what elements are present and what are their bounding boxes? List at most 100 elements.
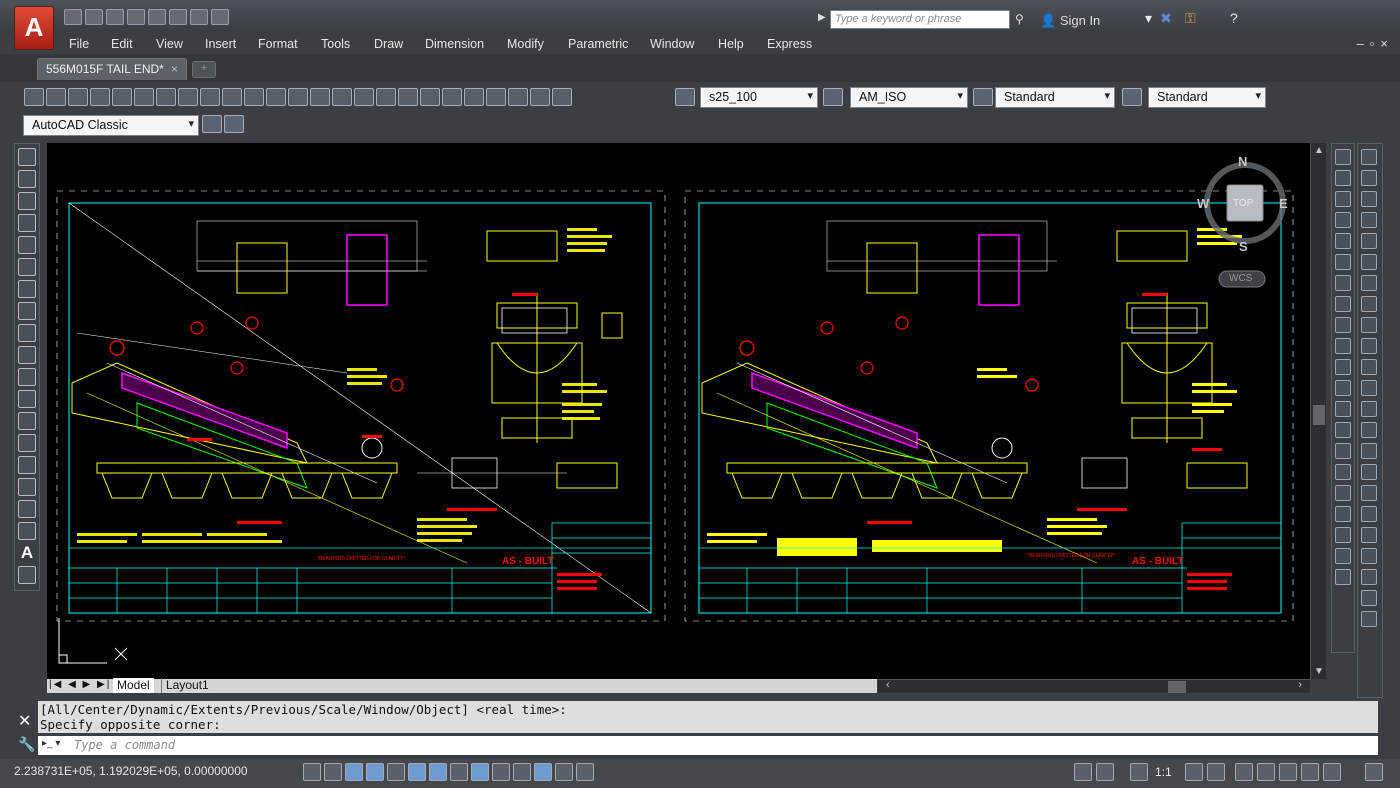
circle-icon[interactable] <box>18 280 36 298</box>
search-input[interactable]: Type a keyword or phrase <box>830 10 1010 29</box>
grid-display-icon[interactable] <box>345 763 363 781</box>
zoom-realtime-icon[interactable] <box>354 88 374 106</box>
array-icon[interactable] <box>1361 233 1377 249</box>
region-icon[interactable] <box>18 500 36 518</box>
annotation-scale[interactable]: 1:1 <box>1155 765 1172 779</box>
center-mark-icon[interactable] <box>1335 443 1351 459</box>
customize-wrench-icon[interactable]: 🔧 <box>18 736 35 753</box>
construction-line-icon[interactable] <box>18 170 36 188</box>
binoculars-icon[interactable]: ⚲ <box>1015 12 1024 26</box>
horizontal-scrollbar[interactable]: ‹ › <box>878 679 1310 693</box>
cut-icon[interactable] <box>178 88 198 106</box>
lineweight-icon[interactable] <box>513 763 531 781</box>
arc-icon[interactable] <box>18 258 36 276</box>
revision-cloud-icon[interactable] <box>18 302 36 320</box>
polyline-icon[interactable] <box>18 192 36 210</box>
trim-icon[interactable] <box>1361 338 1377 354</box>
fillet-icon[interactable] <box>1361 464 1377 480</box>
undo-toolbar-icon[interactable] <box>288 88 308 106</box>
clean-screen-icon[interactable] <box>1323 763 1341 781</box>
help-icon[interactable]: ? <box>1230 10 1238 26</box>
copy-icon[interactable] <box>200 88 220 106</box>
publish-icon[interactable] <box>134 88 154 106</box>
workspace-switching-icon[interactable] <box>1235 763 1253 781</box>
menu-express[interactable]: Express <box>767 37 812 51</box>
block-editor-icon[interactable] <box>266 88 286 106</box>
properties-icon[interactable] <box>420 88 440 106</box>
document-window-controls[interactable]: –▫× <box>1357 36 1394 51</box>
viewcube[interactable]: N S E W TOP WCS <box>1197 153 1292 293</box>
exchange-apps-icon[interactable]: ✖ <box>1160 10 1172 27</box>
viewcube-top-face[interactable]: TOP <box>1233 198 1253 209</box>
save-icon[interactable] <box>106 9 124 25</box>
workspace-dropdown[interactable]: AutoCAD Classic ▾ <box>23 115 199 136</box>
tab-model[interactable]: Model <box>113 678 154 693</box>
stay-connected-icon[interactable]: ⚿ <box>1185 10 1196 27</box>
new-icon[interactable] <box>64 9 82 25</box>
blend-curves-icon[interactable] <box>1361 485 1377 501</box>
polygon-icon[interactable] <box>18 214 36 232</box>
text-edit-icon[interactable] <box>1361 611 1377 627</box>
annotation-visibility-icon[interactable] <box>1130 763 1148 781</box>
sign-in-button[interactable]: 👤 Sign In <box>1040 13 1100 29</box>
layout-nav-buttons[interactable]: |◀ ◀ ▶ ▶| <box>49 679 111 690</box>
insert-block-icon[interactable] <box>18 390 36 408</box>
angular-icon[interactable] <box>1335 296 1351 312</box>
print-icon[interactable] <box>90 88 110 106</box>
dynamic-ucs-icon[interactable] <box>471 763 489 781</box>
dropdown-arrow-icon[interactable]: ▾ <box>1145 10 1152 27</box>
plot-preview-icon[interactable] <box>112 88 132 106</box>
save-file-icon[interactable] <box>68 88 88 106</box>
open-file-icon[interactable] <box>46 88 66 106</box>
workspace-settings-icon[interactable] <box>202 115 222 133</box>
document-tab[interactable]: 556M015F TAIL END* × <box>37 58 187 80</box>
jogged-icon[interactable] <box>1335 254 1351 270</box>
plot-icon[interactable] <box>148 9 166 25</box>
close-tab-icon[interactable]: × <box>171 62 178 76</box>
dimension-break-icon[interactable] <box>1335 401 1351 417</box>
table-style-dropdown[interactable]: Standard ▾ <box>995 87 1115 108</box>
model-space-canvas[interactable]: AS - BUILT *BEARINGS OMITTED FOR CLARITY… <box>47 143 1310 679</box>
menu-dimension[interactable]: Dimension <box>425 37 484 51</box>
aligned-dimension-icon[interactable] <box>1335 170 1351 186</box>
pan-icon[interactable] <box>332 88 352 106</box>
ucs-menu-button[interactable]: WCS <box>1229 273 1252 284</box>
dimension-edit-icon[interactable] <box>1335 506 1351 522</box>
dimension-style-dropdown[interactable]: AM_ISO ▾ <box>850 87 968 108</box>
break-at-point-icon[interactable] <box>1361 380 1377 396</box>
open-icon[interactable] <box>85 9 103 25</box>
menu-parametric[interactable]: Parametric <box>568 37 628 51</box>
3d-object-snap-icon[interactable] <box>429 763 447 781</box>
application-menu-button[interactable]: A <box>14 6 54 50</box>
hatch-icon[interactable] <box>18 456 36 474</box>
multiline-text-icon[interactable]: A <box>18 544 36 562</box>
vertical-scrollbar[interactable]: ▲ ▼ <box>1310 143 1326 679</box>
tolerance-icon[interactable] <box>1335 422 1351 438</box>
offset-icon[interactable] <box>1361 212 1377 228</box>
help-toolbar-icon[interactable] <box>552 88 572 106</box>
dimension-style-toolbar-icon[interactable] <box>1335 569 1351 585</box>
object-snap-icon[interactable] <box>408 763 426 781</box>
group-edit-icon[interactable] <box>1361 590 1377 606</box>
stretch-icon[interactable] <box>1361 317 1377 333</box>
annotation-scale-sync-icon[interactable] <box>1185 763 1203 781</box>
save-as-icon[interactable] <box>127 9 145 25</box>
infer-constraints-icon[interactable] <box>303 763 321 781</box>
rectangle-icon[interactable] <box>18 236 36 254</box>
paste-icon[interactable] <box>222 88 242 106</box>
markup-icon[interactable] <box>508 88 528 106</box>
3d-print-icon[interactable] <box>156 88 176 106</box>
redo-icon[interactable] <box>190 9 208 25</box>
chamfer-icon[interactable] <box>1361 443 1377 459</box>
vertical-scroll-thumb[interactable] <box>1313 405 1325 425</box>
extend-icon[interactable] <box>1361 359 1377 375</box>
toolbar-lock-icon[interactable] <box>1257 763 1275 781</box>
group-icon[interactable] <box>1361 548 1377 564</box>
point-icon[interactable] <box>18 434 36 452</box>
table-icon[interactable] <box>18 522 36 540</box>
menu-window[interactable]: Window <box>650 37 694 51</box>
copy-object-icon[interactable] <box>1361 170 1377 186</box>
menu-format[interactable]: Format <box>258 37 298 51</box>
undo-icon[interactable] <box>169 9 187 25</box>
object-snap-tracking-icon[interactable] <box>450 763 468 781</box>
